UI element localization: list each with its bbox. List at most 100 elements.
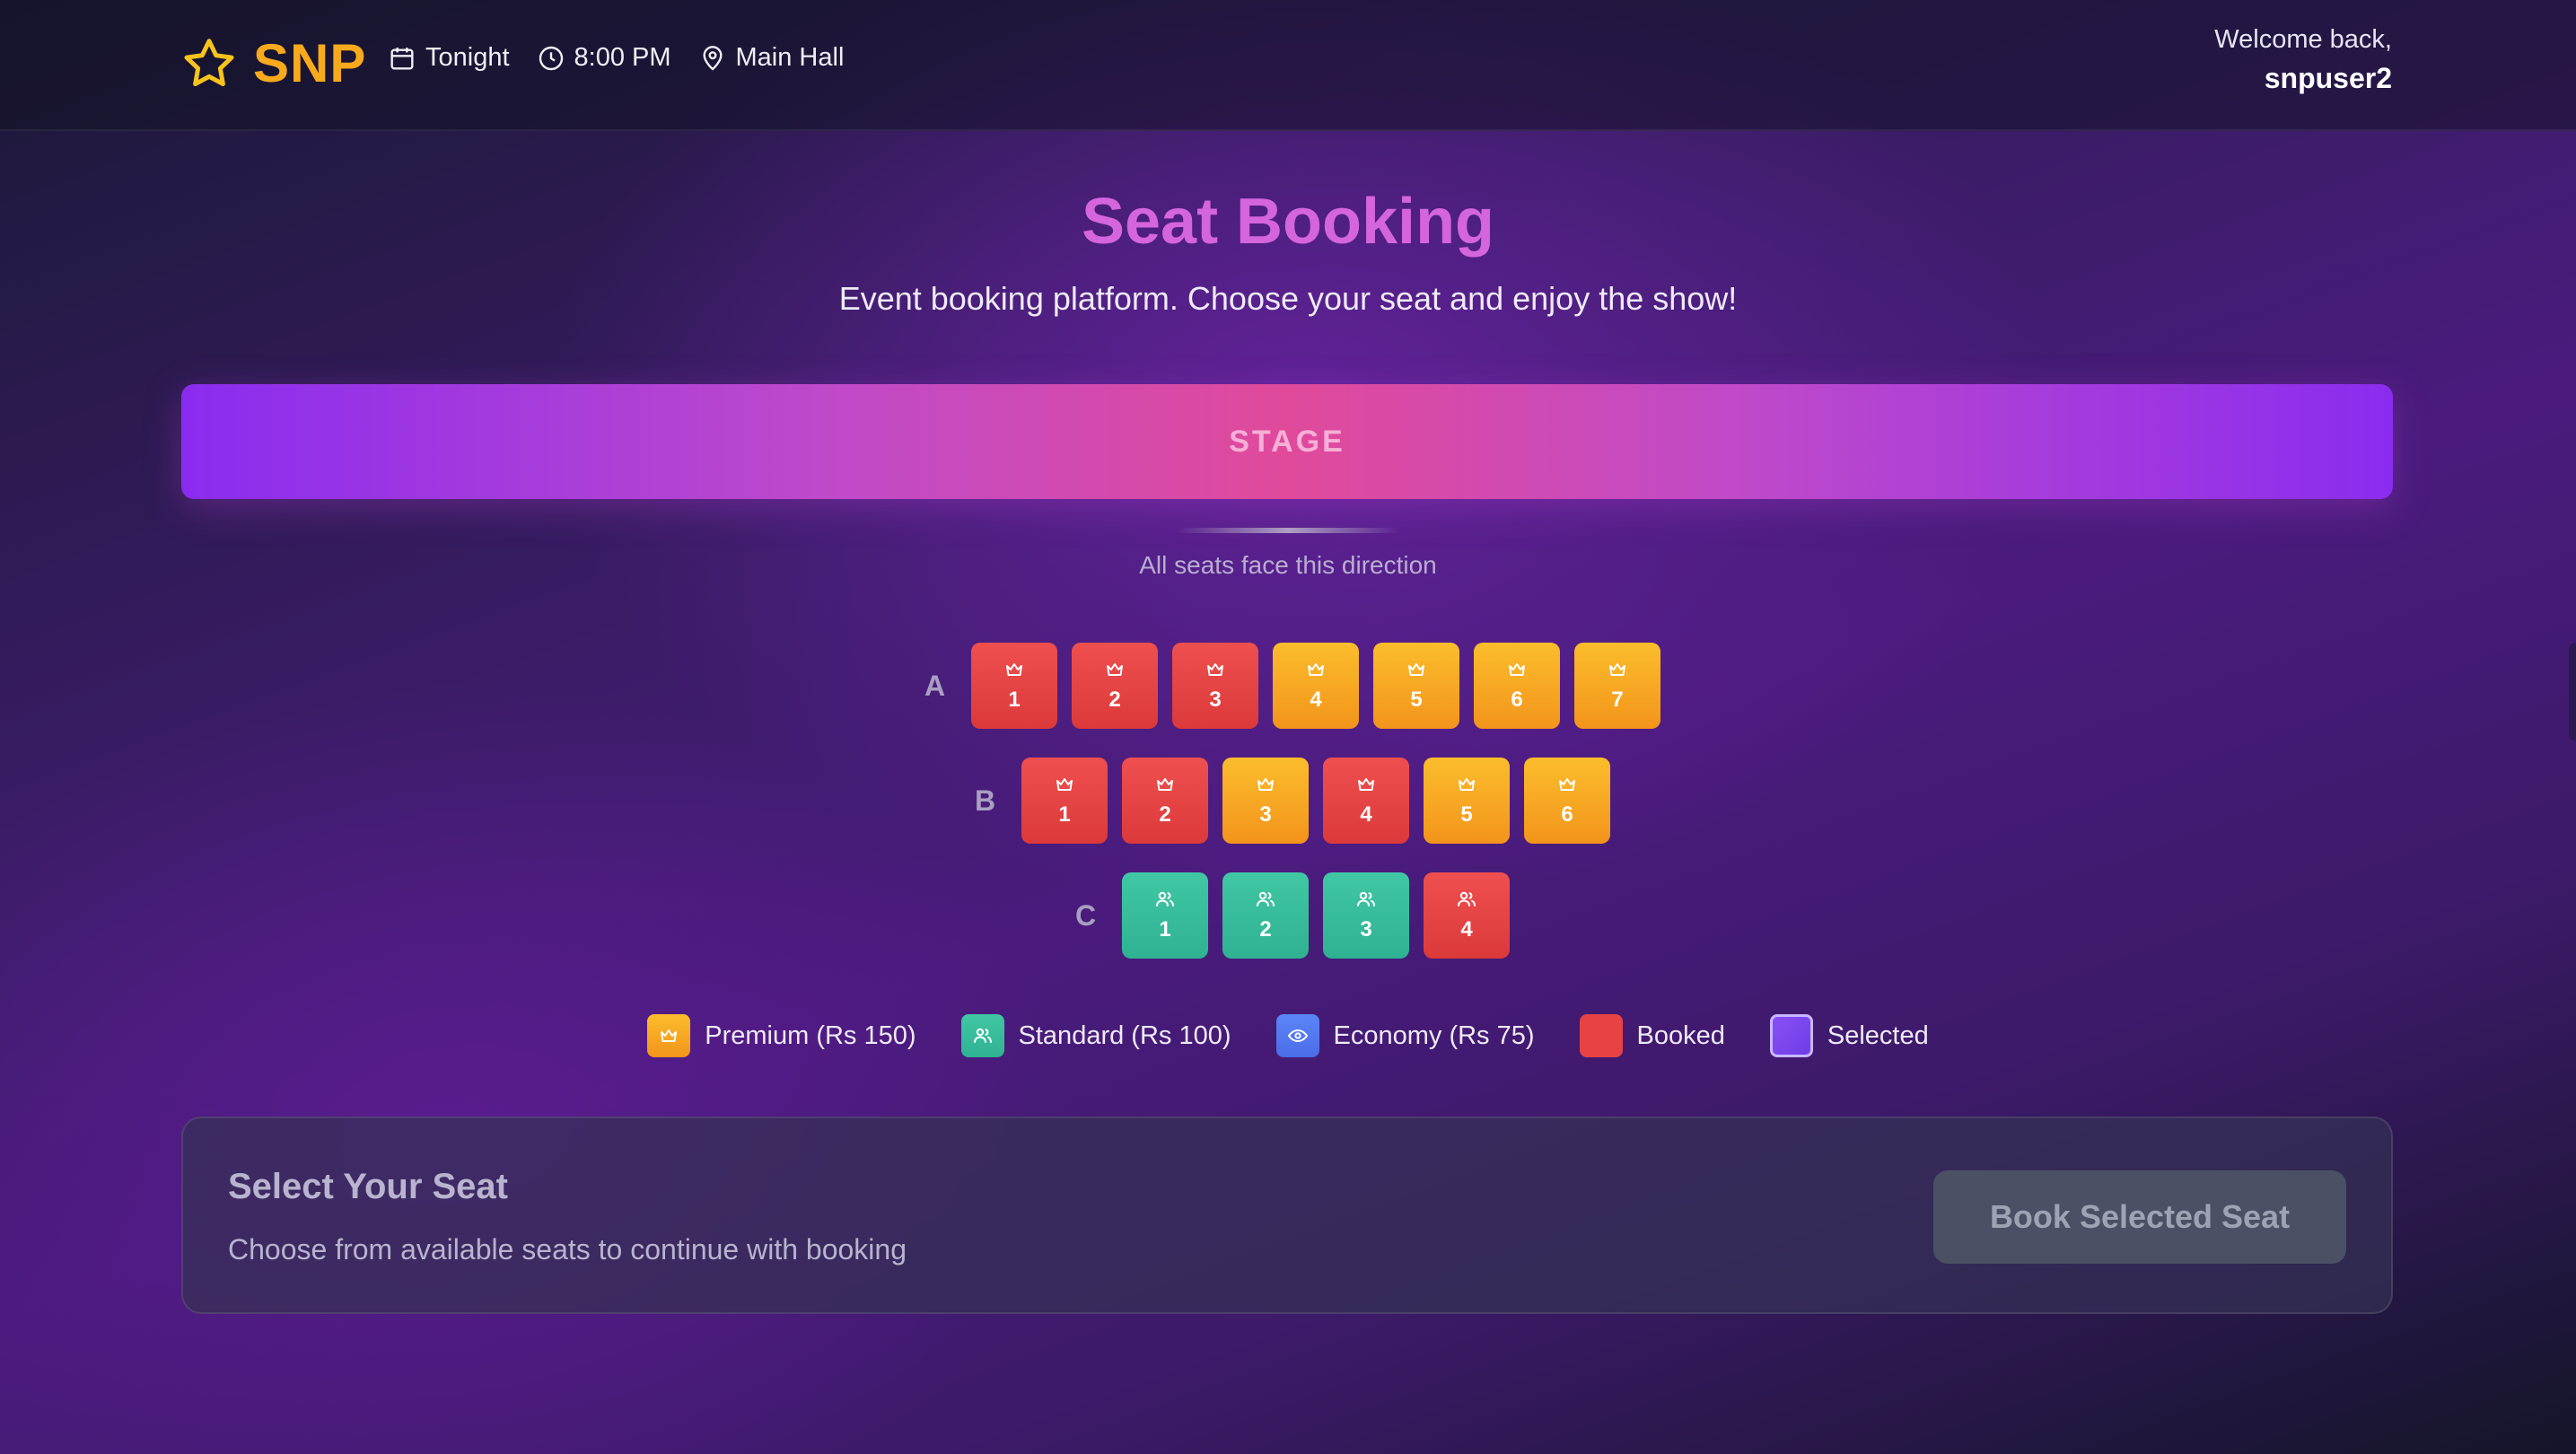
crown-icon	[1305, 659, 1327, 688]
seat-number: 4	[1310, 688, 1322, 712]
crown-icon	[1154, 774, 1176, 802]
crown-icon	[661, 1029, 678, 1042]
event-time-text: 8:00 PM	[574, 43, 671, 72]
seat-number: 2	[1108, 688, 1121, 712]
page-title: Seat Booking	[1081, 186, 1495, 258]
seat-c-1[interactable]: 1	[1122, 872, 1208, 959]
seat-b-6[interactable]: 6	[1524, 758, 1610, 844]
users-icon	[1355, 889, 1377, 917]
page-subtitle: Event booking platform. Choose your seat…	[838, 280, 1738, 317]
selected-swatch	[1769, 1014, 1813, 1057]
legend-booked: Booked	[1579, 1014, 1725, 1057]
top-header: SNP Tonight 8:00 PM Main Hall Welcome ba	[0, 0, 2576, 131]
seat-b-1[interactable]: 1	[1021, 758, 1108, 844]
book-selected-seat-button[interactable]: Book Selected Seat	[1933, 1170, 2346, 1264]
seat-number: 7	[1611, 688, 1624, 712]
crown-icon	[1556, 774, 1578, 802]
seat-number: 5	[1410, 688, 1423, 712]
users-icon	[1456, 889, 1477, 917]
seat-number: 6	[1561, 802, 1573, 827]
seat-a-5[interactable]: 5	[1373, 643, 1459, 729]
row-label: C	[1075, 898, 1097, 932]
seat-number: 3	[1259, 802, 1272, 827]
seat-c-2[interactable]: 2	[1222, 872, 1309, 959]
event-meta: Tonight 8:00 PM Main Hall	[388, 43, 844, 73]
seat-legend: Premium (Rs 150) Standard (Rs 100) Econo…	[0, 1014, 2576, 1057]
seat-a-4[interactable]: 4	[1273, 643, 1359, 729]
event-venue: Main Hall	[698, 43, 845, 73]
clock-icon	[539, 46, 563, 70]
seat-b-5[interactable]: 5	[1424, 758, 1510, 844]
crown-icon	[1003, 659, 1025, 688]
seat-a-6[interactable]: 6	[1474, 643, 1560, 729]
seat-number: 6	[1511, 688, 1523, 712]
seat-a-7[interactable]: 7	[1574, 643, 1660, 729]
crown-icon	[1355, 774, 1377, 802]
legend-premium: Premium (Rs 150)	[647, 1014, 916, 1057]
crown-icon	[1054, 774, 1075, 802]
legend-standard: Standard (Rs 100)	[960, 1014, 1231, 1057]
seat-row-b: B 1 2 3 4 5 6	[975, 758, 1625, 844]
legend-booked-label: Booked	[1636, 1020, 1725, 1050]
legend-selected-label: Selected	[1827, 1020, 1929, 1050]
panel-description: Choose from available seats to continue …	[228, 1233, 907, 1266]
seat-number: 2	[1159, 802, 1171, 827]
stage-banner: STAGE	[181, 384, 2393, 499]
stage-note: All seats face this direction	[1139, 551, 1437, 579]
users-icon	[973, 1028, 992, 1043]
brand-name: SNP	[253, 33, 367, 93]
seat-b-4[interactable]: 4	[1323, 758, 1409, 844]
legend-selected: Selected	[1769, 1014, 1929, 1057]
event-time: 8:00 PM	[537, 43, 671, 73]
panel-title: Select Your Seat	[228, 1167, 508, 1206]
seat-number: 1	[1058, 802, 1071, 827]
crown-icon	[1406, 659, 1427, 688]
seat-number: 1	[1008, 688, 1021, 712]
seat-number: 3	[1360, 917, 1372, 942]
brand-logo[interactable]: SNP	[180, 32, 366, 94]
seat-number: 1	[1159, 917, 1171, 942]
seat-row-c: C 1 2 3 4	[1075, 872, 1524, 959]
booking-panel: Select Your Seat Choose from available s…	[181, 1117, 2393, 1314]
crown-icon	[1607, 659, 1628, 688]
users-icon	[1154, 889, 1176, 917]
welcome-text: Welcome back,	[2214, 25, 2392, 54]
crown-icon	[1104, 659, 1126, 688]
users-icon	[1255, 889, 1276, 917]
event-date: Tonight	[388, 43, 510, 73]
legend-economy-label: Economy (Rs 75)	[1333, 1020, 1535, 1050]
seat-c-4[interactable]: 4	[1424, 872, 1510, 959]
event-venue-text: Main Hall	[735, 43, 845, 72]
legend-standard-label: Standard (Rs 100)	[1018, 1020, 1231, 1050]
user-greeting: Welcome back, snpuser2	[2214, 25, 2392, 95]
seat-c-3[interactable]: 3	[1323, 872, 1409, 959]
side-scroll-handle[interactable]	[2569, 643, 2576, 741]
premium-swatch	[647, 1014, 691, 1057]
standard-swatch	[960, 1014, 1004, 1057]
seat-a-1[interactable]: 1	[971, 643, 1057, 729]
booked-swatch	[1579, 1014, 1623, 1057]
seat-b-3[interactable]: 3	[1222, 758, 1309, 844]
seat-a-2[interactable]: 2	[1072, 643, 1158, 729]
seat-b-2[interactable]: 2	[1122, 758, 1208, 844]
map-pin-icon	[702, 45, 723, 71]
crown-icon	[1456, 774, 1477, 802]
calendar-icon	[390, 47, 414, 70]
row-label: A	[924, 669, 946, 702]
seat-number: 4	[1360, 802, 1372, 827]
eye-icon	[1287, 1029, 1308, 1043]
crown-icon	[1506, 659, 1528, 688]
legend-premium-label: Premium (Rs 150)	[705, 1020, 916, 1050]
crown-icon	[1205, 659, 1226, 688]
seat-a-3[interactable]: 3	[1172, 643, 1258, 729]
seat-number: 5	[1460, 802, 1473, 827]
seat-row-a: A 1 2 3 4 5 6 7	[924, 643, 1675, 729]
stage-direction-line	[1176, 528, 1400, 533]
legend-economy: Economy (Rs 75)	[1275, 1014, 1535, 1057]
event-date-text: Tonight	[425, 43, 510, 72]
seat-number: 2	[1259, 917, 1272, 942]
seat-number: 3	[1209, 688, 1222, 712]
seat-number: 4	[1460, 917, 1473, 942]
username: snpuser2	[2264, 62, 2392, 94]
row-label: B	[975, 784, 996, 817]
